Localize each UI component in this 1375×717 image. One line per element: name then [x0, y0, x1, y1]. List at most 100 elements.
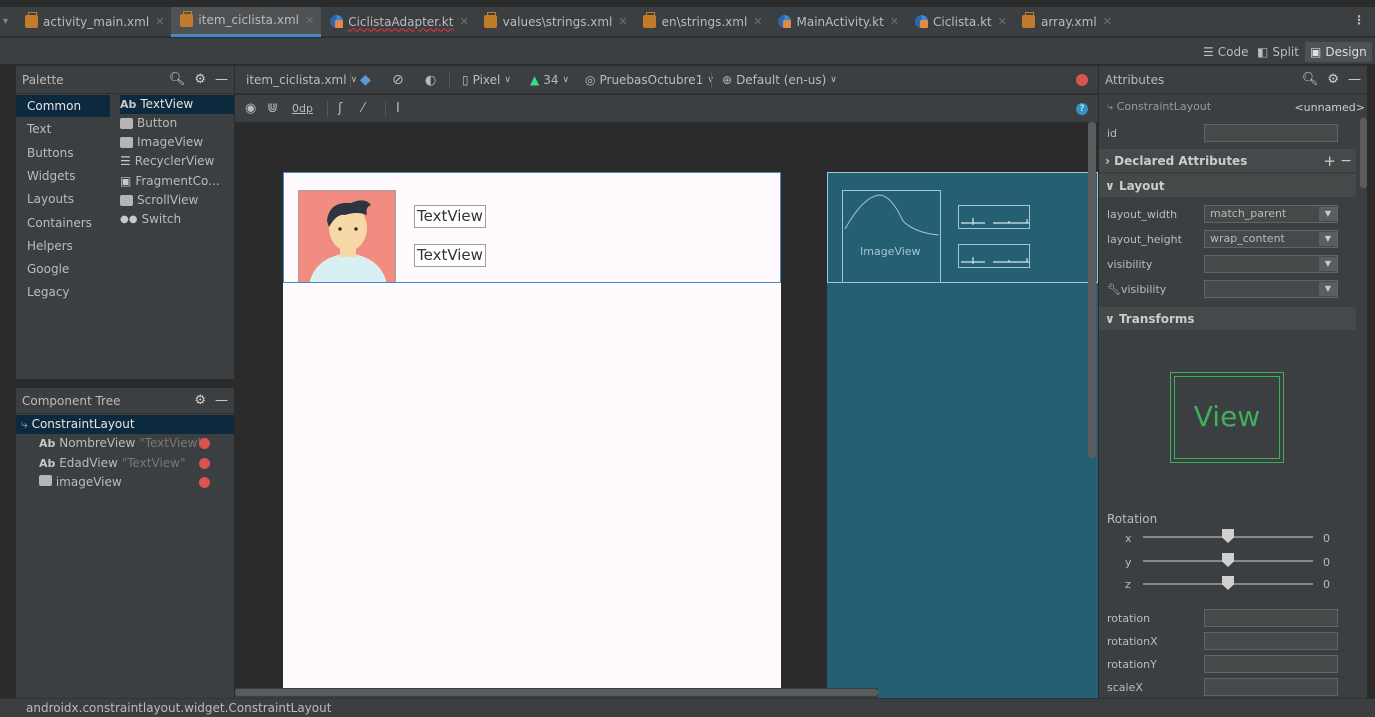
- baseline-icon: I: [396, 101, 400, 116]
- horizontal-scrollbar-thumb[interactable]: [235, 689, 878, 696]
- rotation-x-input[interactable]: [1204, 632, 1338, 650]
- tree-node-nombreview[interactable]: Ab NombreView "TextView": [16, 434, 234, 453]
- error-icon[interactable]: [199, 458, 210, 469]
- error-icon[interactable]: [199, 438, 210, 449]
- split-mode-button[interactable]: ◧ Split: [1252, 42, 1304, 62]
- orientation-button[interactable]: ⊘: [392, 66, 404, 94]
- tab-array[interactable]: array.xml ✕: [1014, 7, 1119, 37]
- minimize-icon[interactable]: —: [215, 393, 228, 408]
- view-options-button[interactable]: ◉: [245, 95, 256, 122]
- minimize-icon[interactable]: —: [215, 72, 228, 87]
- layout-height-dropdown[interactable]: wrap_content ▼: [1204, 230, 1338, 248]
- tab-en-strings[interactable]: en\strings.xml ✕: [635, 7, 770, 37]
- autoconnect-button[interactable]: ⋓: [267, 95, 278, 122]
- layout-section[interactable]: ∨ Layout: [1099, 174, 1356, 197]
- night-mode-button[interactable]: ◐: [425, 66, 436, 94]
- edad-textview[interactable]: TextView: [414, 244, 486, 267]
- issues-button[interactable]: [1076, 66, 1088, 94]
- gear-icon[interactable]: ⚙: [194, 393, 206, 408]
- close-icon[interactable]: ✕: [998, 15, 1007, 28]
- palette-category-legacy[interactable]: Legacy: [16, 281, 110, 303]
- tree-node-edadview[interactable]: Ab EdadView "TextView": [16, 454, 234, 473]
- design-mode-button[interactable]: ▣ Design: [1305, 42, 1372, 62]
- attributes-scrollbar-thumb[interactable]: [1360, 118, 1367, 188]
- close-icon[interactable]: ✕: [1103, 15, 1112, 28]
- guidelines-button[interactable]: I: [396, 95, 400, 122]
- design-surface-button[interactable]: ◆: [360, 66, 371, 94]
- close-icon[interactable]: ✕: [753, 15, 762, 28]
- rotation-x-knob[interactable]: [1222, 529, 1234, 543]
- remove-attribute-icon[interactable]: −: [1340, 153, 1352, 169]
- palette-category-layouts[interactable]: Layouts: [16, 188, 110, 210]
- locale-selector[interactable]: ⊕ Default (en-us) ∨: [722, 66, 837, 94]
- help-button[interactable]: ?: [1076, 95, 1088, 122]
- rotation-y-knob[interactable]: [1222, 553, 1234, 567]
- gear-icon[interactable]: ⚙: [194, 72, 206, 87]
- rotation-y-input[interactable]: [1204, 655, 1338, 673]
- nombre-textview[interactable]: TextView: [414, 205, 486, 228]
- palette-category-common[interactable]: Common: [16, 95, 110, 117]
- palette-category-containers[interactable]: Containers: [16, 212, 110, 234]
- palette-category-google[interactable]: Google: [16, 258, 110, 280]
- tab-main-activity[interactable]: MainActivity.kt ✕: [770, 7, 907, 37]
- palette-category-text[interactable]: Text: [16, 118, 110, 140]
- palette-item-imageview[interactable]: ImageView: [120, 133, 203, 152]
- blueprint-nombre-textview[interactable]: [958, 205, 1030, 229]
- infer-constraints-button[interactable]: ⁄: [362, 95, 364, 122]
- palette-item-textview[interactable]: Ab TextView: [120, 95, 234, 114]
- tab-ciclista[interactable]: Ciclista.kt ✕: [906, 7, 1014, 37]
- palette-category-widgets[interactable]: Widgets: [16, 165, 110, 187]
- palette-item-switch[interactable]: ●● Switch: [120, 210, 181, 229]
- clear-constraints-button[interactable]: ʃ: [338, 95, 342, 122]
- visibility-dropdown[interactable]: ▼: [1204, 255, 1338, 273]
- close-icon[interactable]: ✕: [890, 15, 899, 28]
- theme-selector[interactable]: ◎PruebasOctubre1∨: [585, 66, 714, 94]
- palette-item-scrollview[interactable]: ScrollView: [120, 191, 198, 210]
- more-vertical-icon[interactable]: ⋮: [1353, 13, 1365, 27]
- declared-attributes-section[interactable]: › Declared Attributes + −: [1099, 149, 1356, 172]
- tree-node-constraintlayout[interactable]: ⤷ ConstraintLayout: [16, 415, 234, 434]
- tab-activity-main[interactable]: activity_main.xml ✕: [16, 7, 171, 37]
- api-selector[interactable]: ▲ 34 ∨: [530, 66, 569, 94]
- vertical-scrollbar-thumb[interactable]: [1088, 122, 1096, 458]
- view-transform-preview: View: [1170, 372, 1284, 463]
- scale-x-input[interactable]: [1204, 678, 1338, 696]
- id-input[interactable]: [1204, 124, 1338, 142]
- close-icon[interactable]: ✕: [459, 15, 468, 28]
- tab-overflow-icon[interactable]: ▾: [3, 16, 8, 27]
- palette-item-button[interactable]: Button: [120, 114, 177, 133]
- rotation-input[interactable]: [1204, 609, 1338, 627]
- search-icon[interactable]: 🔍︎: [1302, 72, 1319, 87]
- add-attribute-icon[interactable]: +: [1323, 152, 1336, 170]
- attr-row-rotation: rotation: [1099, 606, 1367, 630]
- file-selector[interactable]: item_ciclista.xml ∨: [246, 66, 357, 94]
- transforms-section[interactable]: ∨ Transforms: [1099, 307, 1356, 330]
- layout-width-dropdown[interactable]: match_parent ▼: [1204, 205, 1338, 223]
- tab-ciclista-adapter[interactable]: CiclistaAdapter.kt ✕: [321, 7, 475, 37]
- close-icon[interactable]: ✕: [155, 15, 164, 28]
- tab-values-strings[interactable]: values\strings.xml ✕: [476, 7, 635, 37]
- minimize-icon[interactable]: —: [1348, 72, 1361, 87]
- tab-item-ciclista[interactable]: item_ciclista.xml ✕: [171, 6, 322, 37]
- attr-row-id: id: [1099, 121, 1367, 145]
- palette-item-fragmentcontainer[interactable]: ▣ FragmentCo...: [120, 172, 220, 191]
- palette-item-recyclerview[interactable]: ☰ RecyclerView: [120, 152, 214, 171]
- palette-category-buttons[interactable]: Buttons: [16, 142, 110, 164]
- error-icon[interactable]: [199, 477, 210, 488]
- chevron-down-icon: ∨: [1105, 178, 1115, 193]
- ab-text-icon: Ab: [39, 437, 56, 450]
- close-icon[interactable]: ✕: [305, 14, 314, 27]
- palette-category-helpers[interactable]: Helpers: [16, 235, 110, 257]
- tree-node-imageview[interactable]: imageView: [16, 473, 234, 492]
- attr-row-layout-width: layout_width match_parent ▼: [1099, 202, 1367, 226]
- gear-icon[interactable]: ⚙: [1327, 72, 1339, 87]
- blueprint-imageview[interactable]: ImageView: [842, 190, 941, 283]
- tools-visibility-dropdown[interactable]: ▼: [1204, 280, 1338, 298]
- close-icon[interactable]: ✕: [618, 15, 627, 28]
- device-selector[interactable]: ▯ Pixel ∨: [462, 66, 511, 94]
- default-margin-button[interactable]: 0dp: [292, 95, 313, 122]
- rotation-z-knob[interactable]: [1222, 576, 1234, 590]
- search-icon[interactable]: 🔍︎: [169, 72, 186, 87]
- blueprint-edad-textview[interactable]: [958, 244, 1030, 268]
- code-mode-button[interactable]: ☰ Code: [1198, 42, 1254, 62]
